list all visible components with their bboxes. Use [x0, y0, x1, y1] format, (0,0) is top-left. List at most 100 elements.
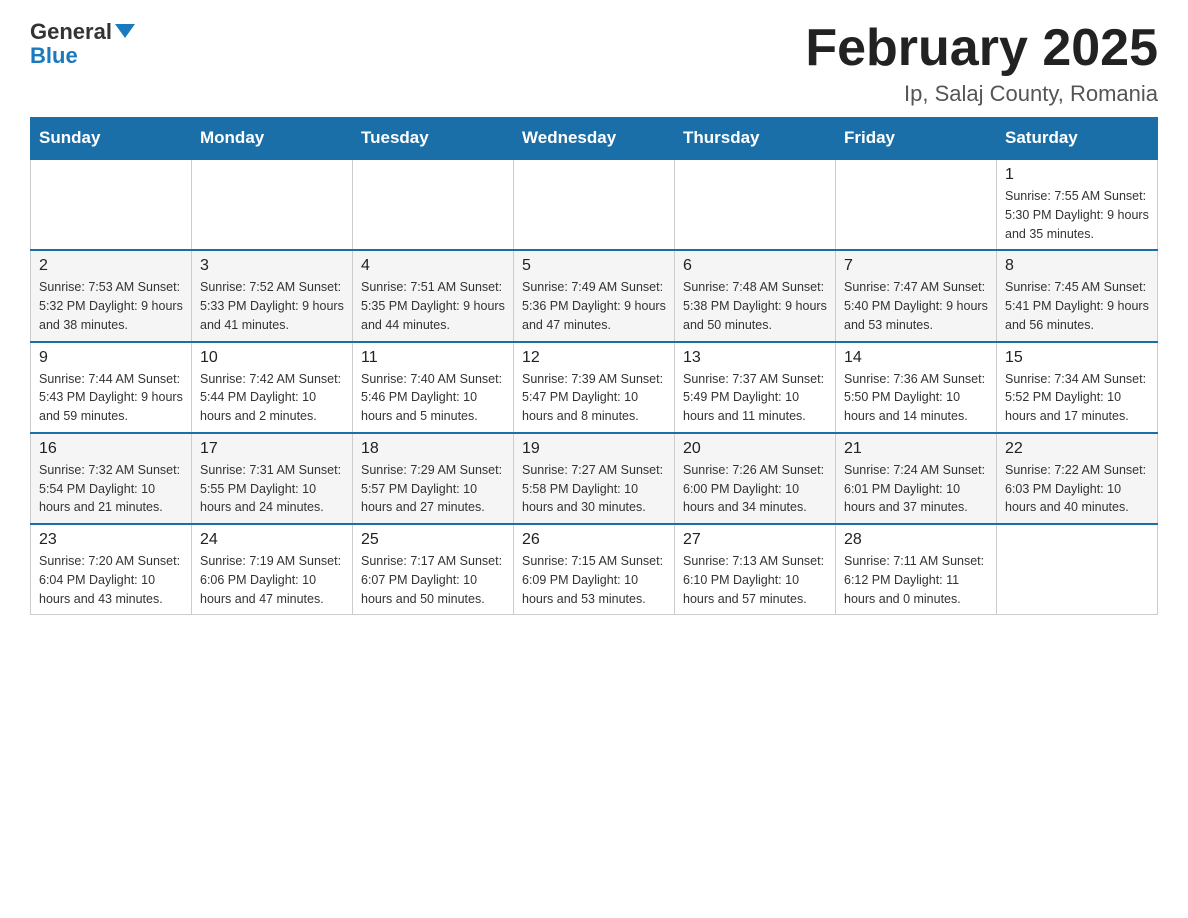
- day-info: Sunrise: 7:19 AM Sunset: 6:06 PM Dayligh…: [200, 552, 344, 608]
- calendar-cell: 3Sunrise: 7:52 AM Sunset: 5:33 PM Daylig…: [192, 250, 353, 341]
- calendar-cell: 17 Sunrise: 7:31 AM Sunset: 5:55 PM Dayli…: [192, 433, 353, 524]
- calendar-cell: [192, 159, 353, 250]
- calendar-cell: 28 Sunrise: 7:11 AM Sunset: 6:12 PM Dayli…: [836, 524, 997, 615]
- day-info: Sunrise: 7:51 AM Sunset: 5:35 PM Dayligh…: [361, 278, 505, 334]
- day-number: 21: [844, 440, 988, 458]
- day-info: Sunrise: 7:36 AM Sunset: 5:50 PM Dayligh…: [844, 370, 988, 426]
- calendar-cell: [836, 159, 997, 250]
- calendar-header: SundayMondayTuesdayWednesdayThursdayFrid…: [31, 118, 1158, 160]
- calendar-cell: 2 Sunrise: 7:53 AM Sunset: 5:32 PM Daylig…: [31, 250, 192, 341]
- day-info: Sunrise: 7:20 AM Sunset: 6:04 PM Dayligh…: [39, 552, 183, 608]
- day-number: 25: [361, 531, 505, 549]
- calendar-cell: 23 Sunrise: 7:20 AM Sunset: 6:04 PM Dayli…: [31, 524, 192, 615]
- calendar-day-header: Wednesday: [514, 118, 675, 160]
- day-number: 11: [361, 349, 505, 367]
- day-number: 22: [1005, 440, 1149, 458]
- day-info: Sunrise: 7:26 AM Sunset: 6:00 PM Dayligh…: [683, 461, 827, 517]
- day-number: 4: [361, 257, 505, 275]
- calendar-cell: 6Sunrise: 7:48 AM Sunset: 5:38 PM Daylig…: [675, 250, 836, 341]
- calendar-cell: 12 Sunrise: 7:39 AM Sunset: 5:47 PM Dayli…: [514, 342, 675, 433]
- day-number: 12: [522, 349, 666, 367]
- calendar-cell: 18 Sunrise: 7:29 AM Sunset: 5:57 PM Dayli…: [353, 433, 514, 524]
- logo: General Blue: [30, 20, 135, 68]
- calendar-body: 1 Sunrise: 7:55 AM Sunset: 5:30 PM Daylig…: [31, 159, 1158, 615]
- calendar-cell: 9 Sunrise: 7:44 AM Sunset: 5:43 PM Daylig…: [31, 342, 192, 433]
- calendar-cell: 13 Sunrise: 7:37 AM Sunset: 5:49 PM Dayli…: [675, 342, 836, 433]
- calendar-week-row: 1 Sunrise: 7:55 AM Sunset: 5:30 PM Daylig…: [31, 159, 1158, 250]
- day-info: Sunrise: 7:52 AM Sunset: 5:33 PM Dayligh…: [200, 278, 344, 334]
- day-number: 28: [844, 531, 988, 549]
- calendar-day-header: Monday: [192, 118, 353, 160]
- day-info: Sunrise: 7:39 AM Sunset: 5:47 PM Dayligh…: [522, 370, 666, 426]
- calendar-cell: 10Sunrise: 7:42 AM Sunset: 5:44 PM Dayli…: [192, 342, 353, 433]
- calendar-cell: 15 Sunrise: 7:34 AM Sunset: 5:52 PM Dayli…: [997, 342, 1158, 433]
- day-number: 7: [844, 257, 988, 275]
- day-info: Sunrise: 7:48 AM Sunset: 5:38 PM Dayligh…: [683, 278, 827, 334]
- day-number: 16: [39, 440, 183, 458]
- day-info: Sunrise: 7:15 AM Sunset: 6:09 PM Dayligh…: [522, 552, 666, 608]
- day-info: Sunrise: 7:40 AM Sunset: 5:46 PM Dayligh…: [361, 370, 505, 426]
- day-number: 2: [39, 257, 183, 275]
- day-number: 14: [844, 349, 988, 367]
- day-number: 23: [39, 531, 183, 549]
- day-info: Sunrise: 7:55 AM Sunset: 5:30 PM Dayligh…: [1005, 187, 1149, 243]
- calendar-week-row: 16Sunrise: 7:32 AM Sunset: 5:54 PM Dayli…: [31, 433, 1158, 524]
- calendar-week-row: 9 Sunrise: 7:44 AM Sunset: 5:43 PM Daylig…: [31, 342, 1158, 433]
- page-subtitle: Ip, Salaj County, Romania: [805, 81, 1158, 107]
- day-info: Sunrise: 7:27 AM Sunset: 5:58 PM Dayligh…: [522, 461, 666, 517]
- calendar-cell: 16Sunrise: 7:32 AM Sunset: 5:54 PM Dayli…: [31, 433, 192, 524]
- calendar-cell: 8Sunrise: 7:45 AM Sunset: 5:41 PM Daylig…: [997, 250, 1158, 341]
- day-number: 15: [1005, 349, 1149, 367]
- page-title: February 2025: [805, 20, 1158, 77]
- logo-blue-text: Blue: [30, 44, 135, 68]
- calendar-cell: 21 Sunrise: 7:24 AM Sunset: 6:01 PM Dayli…: [836, 433, 997, 524]
- day-info: Sunrise: 7:22 AM Sunset: 6:03 PM Dayligh…: [1005, 461, 1149, 517]
- day-number: 24: [200, 531, 344, 549]
- day-info: Sunrise: 7:24 AM Sunset: 6:01 PM Dayligh…: [844, 461, 988, 517]
- calendar-header-row: SundayMondayTuesdayWednesdayThursdayFrid…: [31, 118, 1158, 160]
- day-number: 27: [683, 531, 827, 549]
- calendar-cell: 5Sunrise: 7:49 AM Sunset: 5:36 PM Daylig…: [514, 250, 675, 341]
- day-info: Sunrise: 7:31 AM Sunset: 5:55 PM Dayligh…: [200, 461, 344, 517]
- calendar-week-row: 23 Sunrise: 7:20 AM Sunset: 6:04 PM Dayli…: [31, 524, 1158, 615]
- day-info: Sunrise: 7:47 AM Sunset: 5:40 PM Dayligh…: [844, 278, 988, 334]
- day-number: 13: [683, 349, 827, 367]
- day-number: 20: [683, 440, 827, 458]
- day-number: 18: [361, 440, 505, 458]
- calendar-cell: [997, 524, 1158, 615]
- calendar-cell: 1 Sunrise: 7:55 AM Sunset: 5:30 PM Daylig…: [997, 159, 1158, 250]
- calendar-cell: 4 Sunrise: 7:51 AM Sunset: 5:35 PM Daylig…: [353, 250, 514, 341]
- day-info: Sunrise: 7:34 AM Sunset: 5:52 PM Dayligh…: [1005, 370, 1149, 426]
- calendar-cell: 25 Sunrise: 7:17 AM Sunset: 6:07 PM Dayli…: [353, 524, 514, 615]
- day-number: 1: [1005, 166, 1149, 184]
- day-number: 17: [200, 440, 344, 458]
- page-header: General Blue February 2025 Ip, Salaj Cou…: [30, 20, 1158, 107]
- calendar-cell: 19Sunrise: 7:27 AM Sunset: 5:58 PM Dayli…: [514, 433, 675, 524]
- calendar-cell: 14 Sunrise: 7:36 AM Sunset: 5:50 PM Dayli…: [836, 342, 997, 433]
- calendar-cell: [353, 159, 514, 250]
- calendar-cell: [31, 159, 192, 250]
- day-info: Sunrise: 7:45 AM Sunset: 5:41 PM Dayligh…: [1005, 278, 1149, 334]
- day-info: Sunrise: 7:11 AM Sunset: 6:12 PM Dayligh…: [844, 552, 988, 608]
- calendar-cell: 7 Sunrise: 7:47 AM Sunset: 5:40 PM Daylig…: [836, 250, 997, 341]
- day-number: 26: [522, 531, 666, 549]
- day-info: Sunrise: 7:53 AM Sunset: 5:32 PM Dayligh…: [39, 278, 183, 334]
- title-block: February 2025 Ip, Salaj County, Romania: [805, 20, 1158, 107]
- calendar-cell: 24 Sunrise: 7:19 AM Sunset: 6:06 PM Dayli…: [192, 524, 353, 615]
- logo-general-text: General: [30, 19, 112, 44]
- day-number: 10: [200, 349, 344, 367]
- day-info: Sunrise: 7:49 AM Sunset: 5:36 PM Dayligh…: [522, 278, 666, 334]
- day-info: Sunrise: 7:17 AM Sunset: 6:07 PM Dayligh…: [361, 552, 505, 608]
- calendar-cell: 26 Sunrise: 7:15 AM Sunset: 6:09 PM Dayli…: [514, 524, 675, 615]
- logo-triangle-icon: [115, 24, 135, 38]
- calendar-table: SundayMondayTuesdayWednesdayThursdayFrid…: [30, 117, 1158, 615]
- calendar-cell: 27Sunrise: 7:13 AM Sunset: 6:10 PM Dayli…: [675, 524, 836, 615]
- day-info: Sunrise: 7:44 AM Sunset: 5:43 PM Dayligh…: [39, 370, 183, 426]
- day-info: Sunrise: 7:29 AM Sunset: 5:57 PM Dayligh…: [361, 461, 505, 517]
- calendar-day-header: Thursday: [675, 118, 836, 160]
- calendar-day-header: Sunday: [31, 118, 192, 160]
- day-number: 9: [39, 349, 183, 367]
- day-info: Sunrise: 7:37 AM Sunset: 5:49 PM Dayligh…: [683, 370, 827, 426]
- calendar-cell: 11 Sunrise: 7:40 AM Sunset: 5:46 PM Dayli…: [353, 342, 514, 433]
- calendar-cell: [514, 159, 675, 250]
